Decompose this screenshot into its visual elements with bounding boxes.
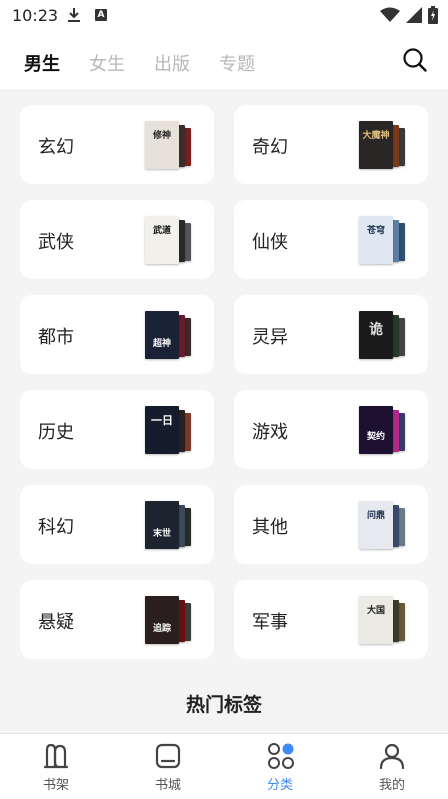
category-covers: 诡 (359, 311, 409, 359)
cover-title: 武道 (152, 226, 171, 236)
cover-title: 苍穹 (366, 226, 385, 236)
category-label: 仙侠 (252, 232, 288, 253)
category-card-xuanyi[interactable]: 悬疑 追踪 (20, 580, 214, 659)
notification-a-icon: A (95, 9, 107, 21)
cover-title: 大国 (366, 606, 385, 616)
book-cover: 大国 (359, 596, 393, 644)
category-card-junshi[interactable]: 军事 大国 (234, 580, 428, 659)
category-label: 军事 (252, 612, 288, 633)
category-label: 历史 (38, 422, 74, 443)
top-tab-bar: 男生 女生 出版 专题 (0, 32, 448, 91)
category-card-qihuan[interactable]: 奇幻 大魔神 (234, 105, 428, 184)
nav-category[interactable]: 分类 (224, 734, 336, 799)
category-covers: 超神 (145, 311, 195, 359)
wifi-icon (380, 7, 400, 27)
tab-publishing[interactable]: 出版 (154, 50, 190, 76)
cover-title: 契约 (366, 432, 385, 442)
category-covers: 追踪 (145, 596, 195, 644)
cover-title: 超神 (152, 339, 171, 349)
bookstore-icon (155, 743, 181, 769)
cover-title: 修神 (152, 131, 171, 141)
book-cover: 问鼎 (359, 501, 393, 549)
category-label: 灵异 (252, 327, 288, 348)
category-covers: 契约 (359, 406, 409, 454)
category-covers: 一日 (145, 406, 195, 454)
search-icon[interactable] (402, 47, 428, 73)
book-cover: 末世 (145, 501, 179, 549)
category-card-xuanhuan[interactable]: 玄幻 修神 (20, 105, 214, 184)
cover-title: 追踪 (152, 624, 171, 634)
category-card-lingyi[interactable]: 灵异 诡 (234, 295, 428, 374)
hot-tags-heading: 热门标签 (185, 694, 262, 716)
category-covers: 问鼎 (359, 501, 409, 549)
status-bar: 10:23 A (0, 0, 448, 32)
category-label: 其他 (252, 517, 288, 538)
nav-profile[interactable]: 我的 (336, 734, 448, 799)
tab-female[interactable]: 女生 (89, 50, 125, 76)
category-covers: 末世 (145, 501, 195, 549)
nav-bookstore[interactable]: 书城 (112, 734, 224, 799)
download-icon (67, 7, 81, 27)
bottom-nav-bar: 书架 书城 分类 我的 (0, 733, 448, 799)
category-card-wuxia[interactable]: 武侠 武道 (20, 200, 214, 279)
nav-bookshelf[interactable]: 书架 (0, 734, 112, 799)
tab-topics[interactable]: 专题 (219, 50, 255, 76)
nav-label: 书架 (42, 778, 69, 793)
category-label: 奇幻 (252, 137, 288, 158)
book-cover: 契约 (359, 406, 393, 454)
nav-label: 分类 (266, 778, 293, 793)
book-cover: 大魔神 (359, 121, 393, 169)
nav-label: 书城 (154, 778, 181, 793)
category-label: 武侠 (38, 232, 74, 253)
category-covers: 大魔神 (359, 121, 409, 169)
book-cover: 超神 (145, 311, 179, 359)
category-icon (268, 743, 294, 769)
category-label: 都市 (38, 327, 74, 348)
category-covers: 修神 (145, 121, 195, 169)
category-covers: 苍穹 (359, 216, 409, 264)
category-card-kehuan[interactable]: 科幻 末世 (20, 485, 214, 564)
category-label: 玄幻 (38, 137, 74, 158)
cover-title: 诡 (369, 322, 383, 338)
category-card-youxi[interactable]: 游戏 契约 (234, 390, 428, 469)
cover-title: 末世 (152, 529, 171, 539)
battery-icon (428, 6, 438, 28)
cover-title: 大魔神 (362, 131, 390, 141)
bookshelf-icon (43, 743, 69, 769)
category-card-xianxia[interactable]: 仙侠 苍穹 (234, 200, 428, 279)
book-cover: 修神 (145, 121, 179, 169)
book-cover: 一日 (145, 406, 179, 454)
status-indicators (380, 6, 438, 28)
category-label: 悬疑 (38, 612, 74, 633)
tab-male[interactable]: 男生 (24, 50, 60, 76)
category-covers: 大国 (359, 596, 409, 644)
book-cover: 苍穹 (359, 216, 393, 264)
category-label: 游戏 (252, 422, 288, 443)
status-time: 10:23 (12, 6, 59, 25)
category-card-dushi[interactable]: 都市 超神 (20, 295, 214, 374)
category-label: 科幻 (38, 517, 74, 538)
book-cover: 武道 (145, 216, 179, 264)
book-cover: 追踪 (145, 596, 179, 644)
category-covers: 武道 (145, 216, 195, 264)
nav-label: 我的 (378, 778, 405, 793)
category-card-lishi[interactable]: 历史 一日 (20, 390, 214, 469)
cover-title: 问鼎 (366, 511, 385, 521)
book-cover: 诡 (359, 311, 393, 359)
signal-icon (406, 7, 422, 27)
category-card-qita[interactable]: 其他 问鼎 (234, 485, 428, 564)
cover-title: 一日 (151, 414, 173, 427)
category-grid: 玄幻 修神 奇幻 大魔神 武侠 武道 仙侠 苍穹 都市 超神 灵异 诡 历史 一… (0, 91, 448, 733)
profile-icon (379, 743, 405, 770)
